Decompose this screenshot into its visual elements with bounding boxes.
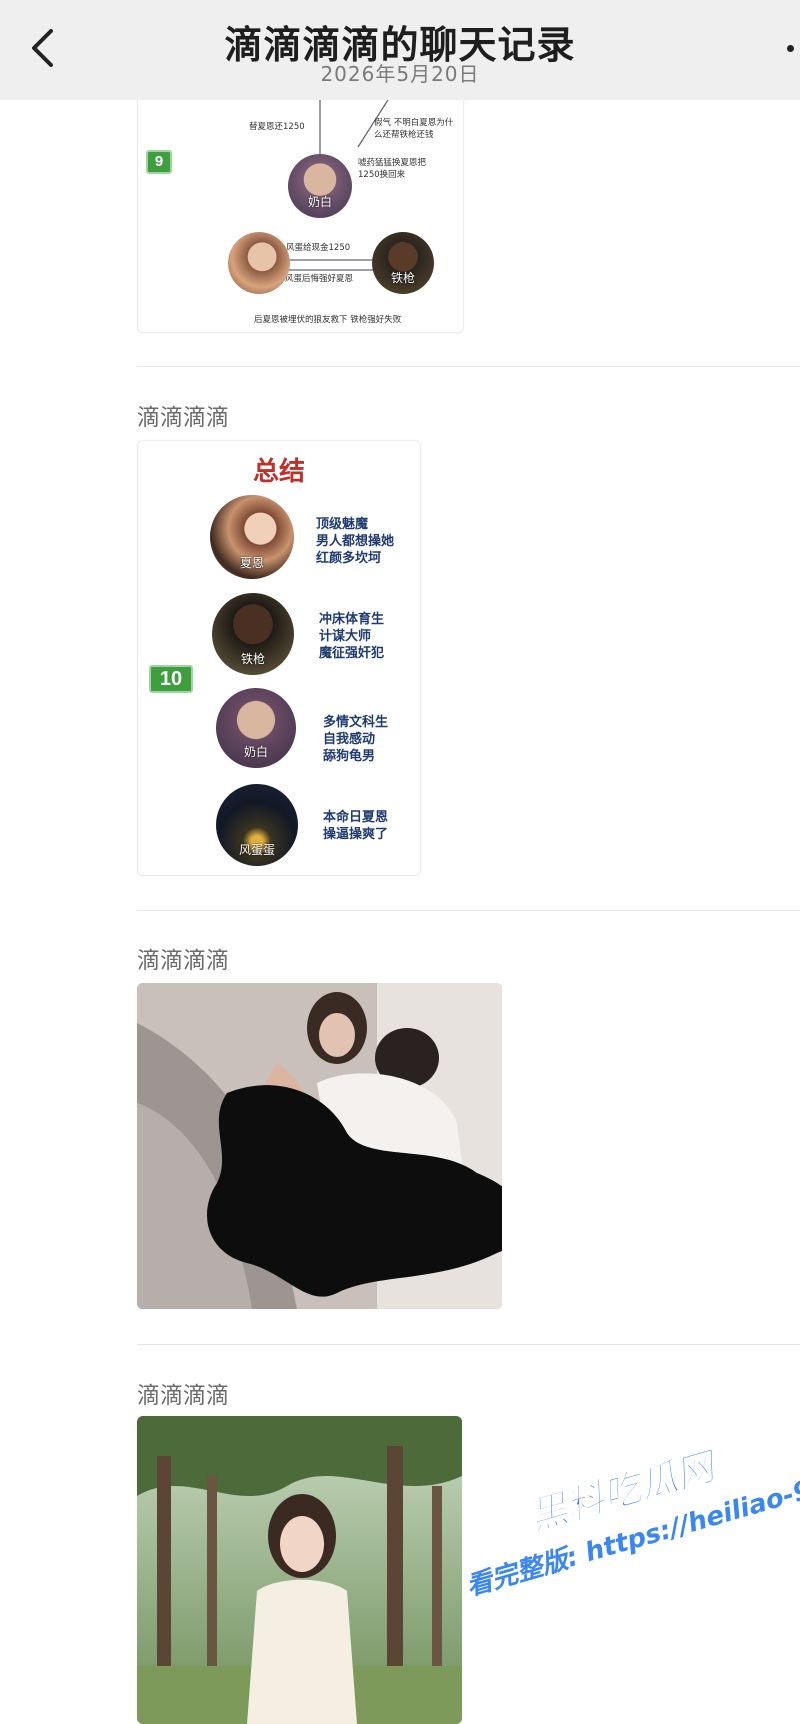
- avatar: 夏恩: [210, 495, 294, 579]
- diagram-note: 替夏恩还1250: [249, 122, 305, 132]
- avatar: 奶白: [288, 154, 352, 218]
- description-line: 红颜多坎坷: [316, 551, 382, 566]
- step-badge: 10: [149, 665, 193, 693]
- watermark: 黑料吃瓜网 看完整版: https://heiliao-93.com: [445, 1411, 800, 1702]
- avatar: [228, 232, 290, 294]
- avatar-label: 风蛋蛋: [238, 843, 275, 857]
- message-separator: [137, 366, 800, 367]
- diagram-note: 假气 不明白夏恩为什么还帮铁枪还钱: [374, 118, 454, 140]
- sender-name: 滴滴滴滴: [137, 405, 229, 431]
- description-line: 自我感动: [323, 732, 376, 747]
- avatar: 铁枪: [372, 232, 434, 294]
- description-line: 魔征强奸犯: [319, 646, 385, 661]
- character-description: 本命日夏恩 操逼操爽了: [323, 809, 388, 843]
- diagram-note: 嘘药猛猛换夏恩把1250换回来: [358, 158, 427, 180]
- diagram-note: 风蛋给现金1250: [286, 243, 351, 253]
- avatar-label: 夏恩: [239, 556, 264, 570]
- photo-image: [137, 983, 502, 1309]
- description-line: 本命日夏恩: [323, 810, 389, 825]
- diagram-image-card[interactable]: 9 替夏恩还1250 假气 不明白夏恩为什么还帮铁枪还钱 嘘药猛猛换夏恩把125…: [137, 92, 464, 333]
- avatar: 奶白: [216, 688, 296, 768]
- avatar: 铁枪: [212, 593, 294, 675]
- avatar-label: 奶白: [243, 745, 268, 759]
- message-separator: [137, 1344, 800, 1345]
- description-line: 顶级魅魔: [316, 517, 369, 532]
- avatar-label: 铁枪: [390, 271, 415, 285]
- photo-message[interactable]: [137, 1416, 462, 1724]
- step-badge: 9: [146, 150, 172, 174]
- record-date: 2026年5月20日: [320, 62, 480, 86]
- description-line: 多情文科生: [323, 715, 389, 730]
- chat-history-header: 滴滴滴滴的聊天记录 2026年5月20日: [0, 0, 800, 100]
- description-line: 操逼操爽了: [323, 827, 389, 842]
- summary-title: 总结: [252, 457, 305, 487]
- description-line: 计谋大师: [319, 629, 372, 644]
- avatar-label: 奶白: [307, 195, 332, 209]
- photo-image: [137, 1416, 462, 1724]
- description-line: 男人都想操她: [316, 534, 395, 549]
- watermark-url: 看完整版: https://heiliao-93.com: [463, 1450, 800, 1603]
- watermark-title: 黑料吃瓜网: [524, 1444, 720, 1540]
- avatar: 风蛋蛋: [216, 784, 298, 866]
- message-separator: [137, 910, 800, 911]
- diagram-note: 后夏恩被埋伏的狼友救下 铁枪强好失败: [254, 315, 402, 325]
- description-line: 舔狗龟男: [323, 749, 376, 764]
- photo-message[interactable]: [137, 983, 502, 1309]
- summary-image-card[interactable]: 总结 10 夏恩 顶级魅魔 男人都想操她 红颜多坎坷 铁枪 冲床体育生 计谋大师…: [137, 440, 421, 876]
- description-line: 冲床体育生: [319, 612, 385, 627]
- avatar-label: 铁枪: [240, 652, 265, 666]
- diagram-note: 风蛋后悔强好夏恩: [285, 274, 354, 284]
- character-description: 多情文科生 自我感动 舔狗龟男: [323, 714, 388, 765]
- sender-name: 滴滴滴滴: [137, 948, 229, 974]
- sender-name: 滴滴滴滴: [137, 1383, 229, 1409]
- more-icon[interactable]: [787, 45, 794, 52]
- character-description: 顶级魅魔 男人都想操她 红颜多坎坷: [316, 516, 394, 567]
- character-description: 冲床体育生 计谋大师 魔征强奸犯: [319, 611, 384, 662]
